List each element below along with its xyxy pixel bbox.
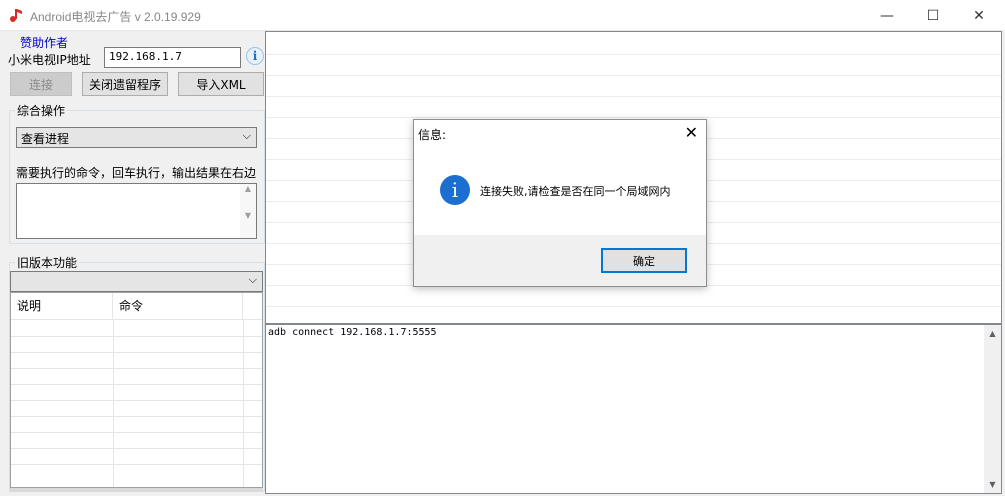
table-row: [11, 464, 262, 465]
table-row: [11, 400, 262, 401]
message-dialog: 信息: ✕ i 连接失败,请检查是否在同一个局域网内 确定: [413, 119, 707, 287]
table-col-divider: [113, 319, 114, 487]
list-row: [266, 75, 1001, 76]
close-residual-button[interactable]: 关闭遗留程序: [82, 72, 168, 96]
list-row: [266, 54, 1001, 55]
column-header-description[interactable]: 说明: [11, 293, 113, 319]
table-row: [11, 368, 262, 369]
maximize-button[interactable]: ☐: [910, 0, 956, 31]
list-row: [266, 96, 1001, 97]
column-header-command[interactable]: 命令: [113, 293, 243, 319]
window-title: Android电视去广告 v 2.0.19.929: [30, 10, 201, 24]
scroll-down-icon[interactable]: ▼: [984, 476, 1001, 493]
output-text: adb connect 192.168.1.7:5555: [268, 327, 437, 338]
ok-button[interactable]: 确定: [601, 248, 687, 273]
table-row: [11, 336, 262, 337]
table-row: [11, 432, 262, 433]
table-col-divider: [243, 319, 244, 487]
ip-label: 小米电视IP地址: [8, 53, 91, 67]
table-row: [11, 416, 262, 417]
music-note-icon: [10, 9, 22, 22]
minimize-button[interactable]: —: [864, 0, 910, 31]
table-row: [11, 384, 262, 385]
legacy-title: 旧版本功能: [15, 254, 80, 271]
chevron-down-icon: ⌵: [242, 129, 251, 142]
close-button[interactable]: ✕: [956, 0, 1002, 31]
info-icon: i: [440, 175, 470, 205]
table-hscrollbar[interactable]: [10, 488, 263, 492]
scroll-up-icon[interactable]: ▲: [984, 325, 1001, 342]
table-row: [11, 319, 262, 320]
table-row: [11, 352, 262, 353]
dialog-message: 连接失败,请检查是否在同一个局域网内: [480, 185, 671, 198]
output-area[interactable]: adb connect 192.168.1.7:5555 ▲ ▼: [265, 324, 1002, 494]
list-row: [266, 306, 1001, 307]
dialog-title: 信息:: [418, 128, 447, 142]
import-xml-button[interactable]: 导入XML: [178, 72, 264, 96]
info-icon[interactable]: i: [246, 47, 264, 65]
general-ops-selected: 查看进程: [21, 132, 70, 146]
list-row: [266, 117, 1001, 118]
table-row: [11, 448, 262, 449]
general-ops-title: 综合操作: [15, 102, 68, 119]
ip-address-input[interactable]: 192.168.1.7: [104, 47, 241, 68]
sponsor-author-link[interactable]: 赞助作者: [20, 34, 68, 51]
command-hint: 需要执行的命令，回车执行，输出结果在右边: [16, 166, 257, 180]
legacy-table: 说明 命令: [10, 292, 263, 488]
chevron-down-icon: ⌵: [248, 273, 257, 286]
dialog-close-icon[interactable]: ✕: [685, 123, 698, 142]
output-scrollbar[interactable]: ▲ ▼: [984, 325, 1001, 493]
legacy-select[interactable]: ⌵: [10, 271, 263, 292]
general-ops-select[interactable]: 查看进程 ⌵: [16, 127, 257, 148]
title-bar: Android电视去广告 v 2.0.19.929 — ☐ ✕: [0, 0, 1005, 31]
command-input[interactable]: ▲ ▼: [16, 183, 257, 239]
left-panel: 赞助作者 小米电视IP地址 192.168.1.7 i 连接 关闭遗留程序 导入…: [0, 31, 265, 496]
dialog-footer: 确定: [414, 235, 706, 286]
command-scrollbar[interactable]: ▲ ▼: [240, 184, 256, 238]
connect-button[interactable]: 连接: [10, 72, 72, 96]
